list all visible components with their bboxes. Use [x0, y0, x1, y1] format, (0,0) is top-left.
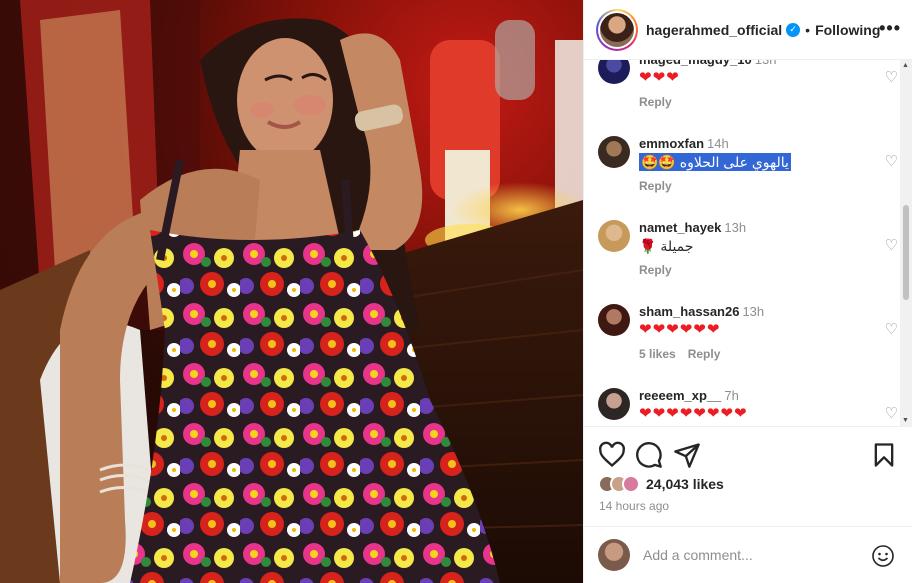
comment-like-icon[interactable]: ♡ [885, 320, 898, 338]
post-actions: 24,043 likes 14 hours ago [584, 426, 912, 526]
bookmark-icon[interactable] [870, 441, 898, 469]
scrollbar-thumb[interactable] [903, 205, 909, 300]
likes-row: 24,043 likes [598, 474, 724, 494]
comment-username[interactable]: maged_magdy_10 [639, 60, 752, 67]
comment-text-selected: يالهوي على الحلاوه 🤩🤩 [639, 153, 791, 171]
comment-time: 13h [742, 304, 765, 319]
scroll-down-arrow-icon[interactable]: ▼ [902, 417, 909, 424]
add-comment-bar [584, 526, 912, 583]
comment-username[interactable]: sham_hassan26 [639, 304, 739, 319]
comment-time: 14h [707, 136, 729, 151]
author-username[interactable]: hagerahmed_official [646, 22, 782, 38]
post-photo-illustration [0, 0, 583, 583]
reply-button[interactable]: Reply [639, 179, 672, 193]
emoji-icon[interactable] [871, 544, 895, 568]
post-timestamp[interactable]: 14 hours ago [599, 499, 669, 513]
heart-icon[interactable] [598, 441, 626, 469]
add-comment-input[interactable] [643, 547, 863, 563]
comment-like-icon[interactable]: ♡ [885, 404, 898, 422]
instagram-post-view: hagerahmed_official ✓ • Following ••• ma… [0, 0, 912, 583]
likes-count[interactable]: 24,043 likes [646, 476, 724, 492]
reply-button[interactable]: Reply [688, 347, 721, 361]
post-side-panel: hagerahmed_official ✓ • Following ••• ma… [583, 0, 912, 583]
comment-avatar[interactable] [598, 136, 630, 168]
comment-text: ❤❤❤❤❤❤❤❤ [639, 405, 748, 422]
liker-avatar[interactable] [622, 475, 640, 493]
author-avatar[interactable] [596, 8, 638, 51]
header-separator: • [805, 21, 811, 38]
reply-button[interactable]: Reply [639, 95, 672, 109]
comment-icon[interactable] [635, 441, 663, 469]
comment-text: ❤❤❤❤❤❤ [639, 321, 721, 338]
more-options-icon[interactable]: ••• [879, 18, 901, 39]
comment-username[interactable]: reeeem_xp__ [639, 388, 721, 403]
comment-time: 13h [724, 220, 747, 235]
comments-scrollbar[interactable]: ▲ ▼ [900, 60, 912, 426]
scroll-up-arrow-icon[interactable]: ▲ [902, 62, 909, 69]
comment-like-icon[interactable]: ♡ [885, 68, 898, 86]
comment-time: 13h [755, 60, 777, 67]
comment-like-icon[interactable]: ♡ [885, 236, 898, 254]
following-button[interactable]: Following [815, 22, 880, 38]
comments-list[interactable]: maged_magdy_1013h ❤❤❤ Reply ♡ emmoxfan14… [584, 60, 901, 426]
comment-username[interactable]: emmoxfan [639, 136, 704, 151]
comment-likes-count[interactable]: 5 likes [639, 347, 676, 361]
current-user-avatar [598, 539, 630, 571]
reply-button[interactable]: Reply [639, 263, 672, 277]
verified-badge-icon: ✓ [786, 22, 801, 37]
action-icons-row [598, 441, 902, 469]
comment-text: ❤❤❤ [639, 69, 680, 86]
comment-text: جميلة 🌹 [639, 238, 694, 254]
comment-time: 7h [724, 388, 739, 403]
comment-avatar[interactable] [598, 304, 630, 336]
comment-like-icon[interactable]: ♡ [885, 152, 898, 170]
share-icon[interactable] [673, 441, 701, 469]
comment-avatar[interactable] [598, 220, 630, 252]
post-photo[interactable] [0, 0, 583, 583]
post-header: hagerahmed_official ✓ • Following ••• [584, 0, 912, 60]
comment-avatar[interactable] [598, 388, 630, 420]
comment-avatar[interactable] [598, 60, 630, 84]
comment-username[interactable]: namet_hayek [639, 220, 721, 235]
